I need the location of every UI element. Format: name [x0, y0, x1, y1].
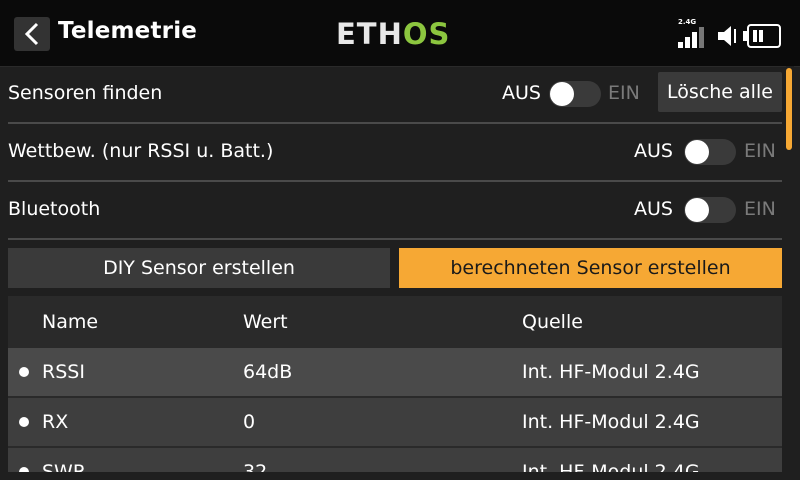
create-calculated-sensor-button[interactable]: berechneten Sensor erstellen	[399, 248, 782, 288]
signal-icon	[678, 27, 704, 48]
setting-row-wettbewerb: Wettbew. (nur RSSI u. Batt.) AUS EIN	[8, 124, 782, 182]
toggle-knob	[685, 140, 709, 164]
column-header-name: Name	[42, 311, 99, 333]
back-icon	[24, 22, 39, 46]
toggle-track	[684, 197, 736, 223]
toggle-bluetooth[interactable]: AUS EIN	[634, 196, 782, 224]
toggle-sensoren-finden[interactable]: AUS EIN	[502, 80, 652, 108]
table-header: Name Wert Quelle	[8, 296, 782, 346]
battery-icon	[743, 24, 781, 48]
setting-label: Bluetooth	[8, 198, 101, 220]
setting-label: Sensoren finden	[8, 82, 163, 104]
header-bar: Telemetrie ETHOS 2.4G	[0, 0, 800, 67]
table-row[interactable]: RX 0 Int. HF-Modul 2.4G	[8, 396, 782, 446]
speaker-icon	[718, 26, 736, 46]
table-row[interactable]: RSSI 64dB Int. HF-Modul 2.4G	[8, 346, 782, 396]
toggle-knob	[685, 198, 709, 222]
signal-band-label: 2.4G	[678, 18, 697, 26]
table-row[interactable]: SWR 32 Int. HF-Modul 2.4G	[8, 446, 782, 472]
toggle-track	[549, 81, 601, 107]
status-icons: 2.4G	[676, 16, 786, 50]
bullet-icon	[19, 417, 29, 427]
ethos-logo: ETHOS	[336, 17, 451, 51]
sensor-table: Name Wert Quelle RSSI 64dB Int. HF-Modul…	[8, 296, 782, 472]
bullet-icon	[19, 367, 29, 377]
column-header-source: Quelle	[522, 311, 583, 333]
create-diy-sensor-button[interactable]: DIY Sensor erstellen	[8, 248, 390, 288]
toggle-track	[684, 139, 736, 165]
toggle-knob	[550, 82, 574, 106]
bullet-icon	[19, 467, 29, 472]
back-button[interactable]	[14, 17, 50, 51]
setting-row-sensoren-finden: Sensoren finden AUS EIN Lösche alle	[8, 66, 782, 124]
page-title: Telemetrie	[58, 18, 198, 44]
clear-all-button[interactable]: Lösche alle	[658, 72, 782, 112]
scrollbar-thumb[interactable]	[786, 68, 792, 150]
setting-row-bluetooth: Bluetooth AUS EIN	[8, 182, 782, 240]
toggle-wettbewerb[interactable]: AUS EIN	[634, 138, 782, 166]
setting-label: Wettbew. (nur RSSI u. Batt.)	[8, 140, 274, 162]
column-header-value: Wert	[243, 311, 288, 333]
